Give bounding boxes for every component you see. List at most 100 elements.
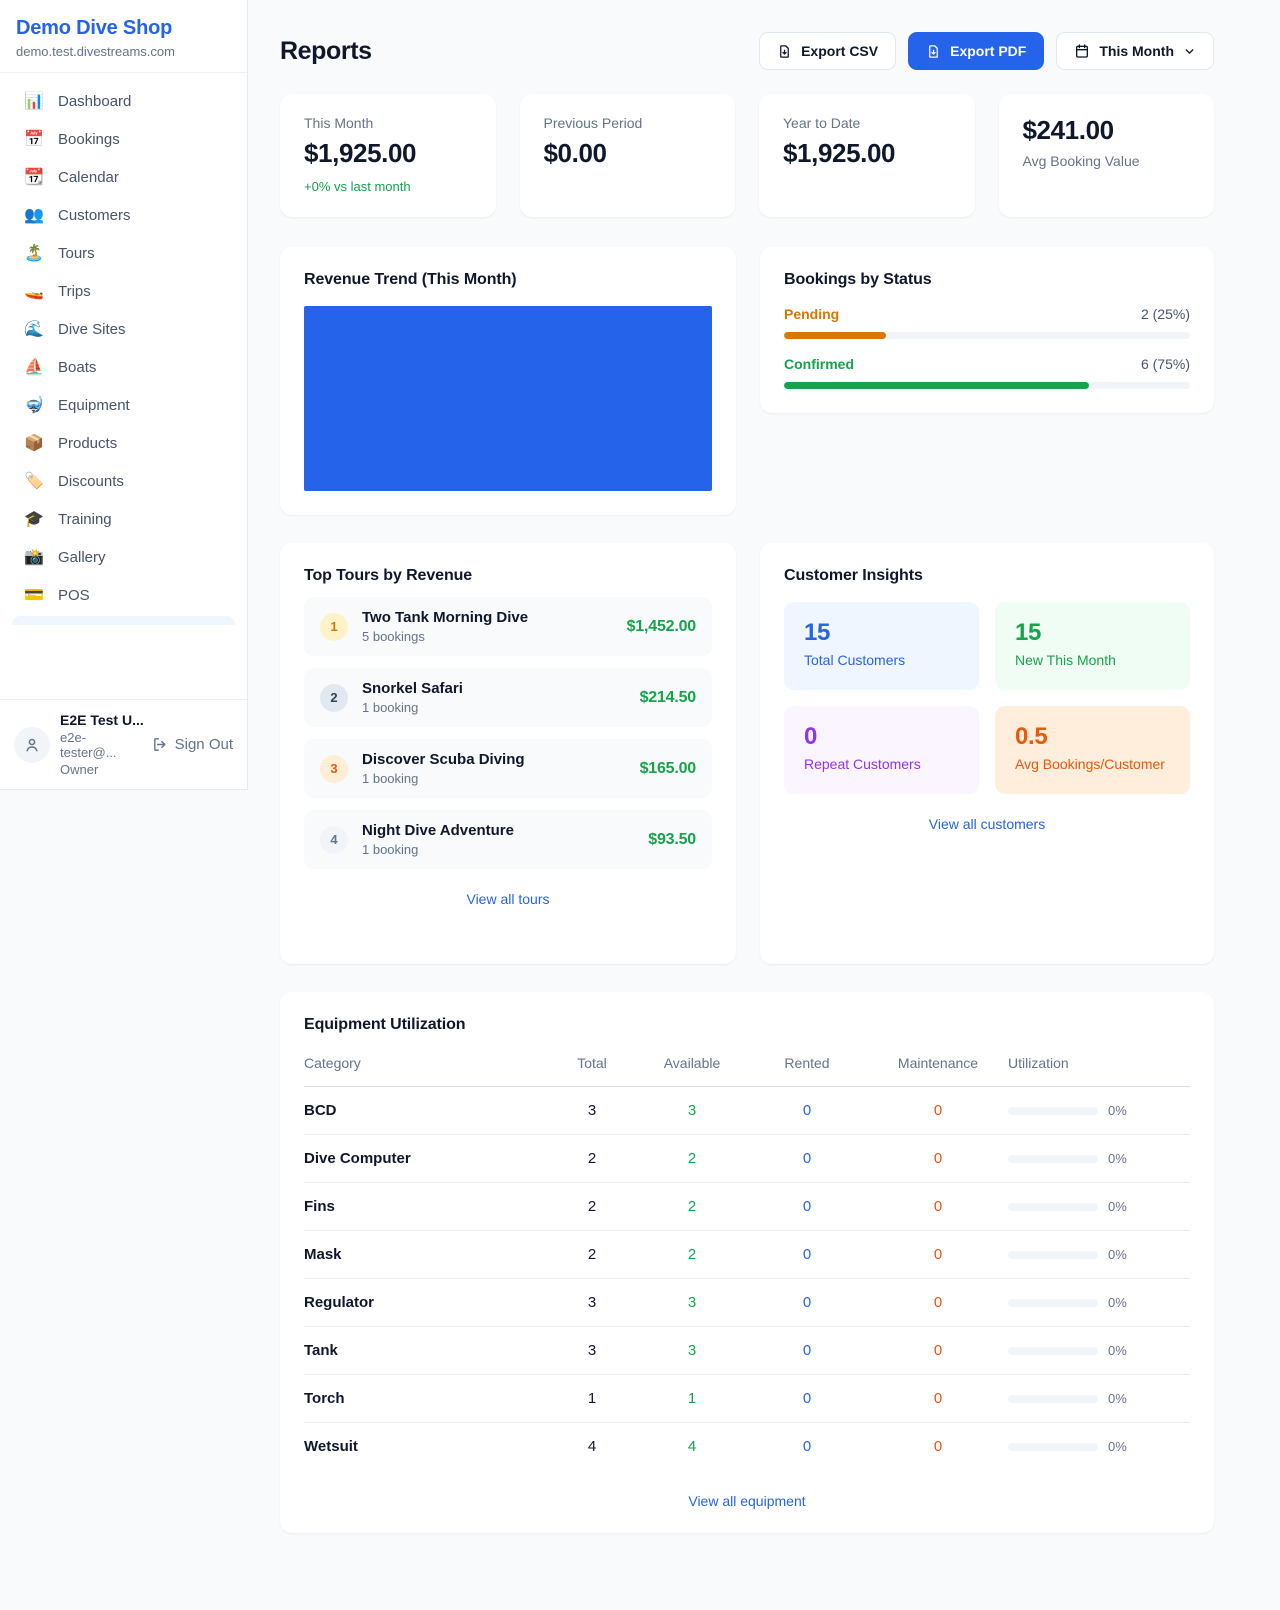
- tour-bookings: 1 booking: [362, 842, 514, 857]
- cell-category: Regulator: [304, 1279, 546, 1327]
- tour-name: Discover Scuba Diving: [362, 751, 525, 768]
- stat-value: $241.00: [1023, 115, 1191, 146]
- cell-rented: 0: [746, 1135, 868, 1183]
- utilization-bar: [1008, 1107, 1098, 1115]
- tour-revenue: $165.00: [640, 760, 696, 778]
- cell-rented: 0: [746, 1279, 868, 1327]
- stat-label: Year to Date: [783, 115, 951, 131]
- sidebar-item-boats[interactable]: ⛵ Boats: [12, 349, 235, 386]
- cell-category: BCD: [304, 1087, 546, 1135]
- stat-card-this-month: This Month $1,925.00 +0% vs last month: [280, 94, 496, 217]
- table-row: Wetsuit 4 4 0 0 0%: [304, 1423, 1190, 1471]
- utilization-cell: 0%: [1008, 1343, 1190, 1358]
- stat-card-avg-booking-value: $241.00 Avg Booking Value: [999, 94, 1215, 217]
- bar-chart-icon: 📊: [24, 94, 44, 110]
- person-icon: [23, 736, 41, 754]
- tour-row[interactable]: 2 Snorkel Safari 1 booking $214.50: [304, 668, 712, 727]
- sidebar-item-dashboard[interactable]: 📊 Dashboard: [12, 83, 235, 120]
- cell-total: 1: [546, 1375, 638, 1423]
- sidebar-item-gallery[interactable]: 📸 Gallery: [12, 539, 235, 576]
- sidebar-active-item-partial[interactable]: [12, 616, 235, 625]
- status-label: Pending: [784, 306, 839, 322]
- sign-out-button[interactable]: Sign Out: [152, 736, 233, 753]
- view-all-tours-link[interactable]: View all tours: [304, 891, 712, 907]
- view-all-customers-link[interactable]: View all customers: [784, 816, 1190, 832]
- cell-maintenance: 0: [868, 1327, 1008, 1375]
- wave-icon: 🌊: [24, 322, 44, 338]
- speedboat-icon: 🚤: [24, 284, 44, 300]
- sidebar-item-bookings[interactable]: 📅 Bookings: [12, 121, 235, 158]
- utilization-percent: 0%: [1108, 1439, 1127, 1454]
- rank-badge: 3: [320, 755, 348, 783]
- equipment-utilization-title: Equipment Utilization: [304, 1016, 1190, 1034]
- tile-total-customers: 15 Total Customers: [784, 602, 979, 690]
- tour-row[interactable]: 4 Night Dive Adventure 1 booking $93.50: [304, 810, 712, 869]
- utilization-bar: [1008, 1203, 1098, 1211]
- cell-available: 3: [638, 1327, 746, 1375]
- tour-row[interactable]: 3 Discover Scuba Diving 1 booking $165.0…: [304, 739, 712, 798]
- logout-icon: [152, 736, 169, 753]
- export-csv-button[interactable]: Export CSV: [759, 32, 896, 70]
- progress-fill: [784, 382, 1089, 389]
- sidebar-item-label: Dive Sites: [58, 321, 126, 338]
- equipment-utilization-card: Equipment Utilization Category Total Ava…: [280, 992, 1214, 1533]
- column-header: Available: [638, 1047, 746, 1087]
- charts-row: Revenue Trend (This Month) Bookings by S…: [280, 247, 1214, 515]
- sidebar-item-discounts[interactable]: 🏷️ Discounts: [12, 463, 235, 500]
- table-row: Dive Computer 2 2 0 0 0%: [304, 1135, 1190, 1183]
- calendar-icon: [1074, 43, 1090, 59]
- price-tag-icon: 🏷️: [24, 474, 44, 490]
- revenue-trend-chart: [304, 306, 712, 491]
- cell-category: Mask: [304, 1231, 546, 1279]
- cell-rented: 0: [746, 1327, 868, 1375]
- sidebar-item-products[interactable]: 📦 Products: [12, 425, 235, 462]
- utilization-percent: 0%: [1108, 1295, 1127, 1310]
- tile-label: Avg Bookings/Customer: [1015, 756, 1170, 772]
- sidebar-item-trips[interactable]: 🚤 Trips: [12, 273, 235, 310]
- sidebar-item-dive-sites[interactable]: 🌊 Dive Sites: [12, 311, 235, 348]
- stat-card-previous-period: Previous Period $0.00: [520, 94, 736, 217]
- sidebar-item-label: Boats: [58, 359, 96, 376]
- user-email: e2e-tester@...: [60, 730, 142, 760]
- island-icon: 🏝️: [24, 246, 44, 262]
- top-tours-card: Top Tours by Revenue 1 Two Tank Morning …: [280, 543, 736, 964]
- sidebar-item-tours[interactable]: 🏝️ Tours: [12, 235, 235, 272]
- cell-total: 2: [546, 1183, 638, 1231]
- tour-bookings: 1 booking: [362, 771, 525, 786]
- cell-available: 2: [638, 1183, 746, 1231]
- utilization-cell: 0%: [1008, 1199, 1190, 1214]
- sidebar-item-equipment[interactable]: 🤿 Equipment: [12, 387, 235, 424]
- export-pdf-label: Export PDF: [950, 43, 1026, 59]
- sidebar-item-customers[interactable]: 👥 Customers: [12, 197, 235, 234]
- rank-badge: 1: [320, 613, 348, 641]
- utilization-cell: 0%: [1008, 1391, 1190, 1406]
- tile-new-this-month: 15 New This Month: [995, 602, 1190, 690]
- progress-fill: [784, 332, 886, 339]
- view-all-equipment-link[interactable]: View all equipment: [304, 1493, 1190, 1509]
- progress-track: [784, 332, 1190, 339]
- tile-repeat-customers: 0 Repeat Customers: [784, 706, 979, 794]
- sidebar-item-pos[interactable]: 💳 POS: [12, 577, 235, 614]
- cell-rented: 0: [746, 1183, 868, 1231]
- table-row: Tank 3 3 0 0 0%: [304, 1327, 1190, 1375]
- sidebar-item-label: Calendar: [58, 169, 119, 186]
- cell-total: 3: [546, 1279, 638, 1327]
- sidebar-nav: 📊 Dashboard 📅 Bookings 📆 Calendar 👥 Cust…: [0, 73, 247, 699]
- export-pdf-button[interactable]: Export PDF: [908, 32, 1044, 70]
- camera-icon: 📸: [24, 550, 44, 566]
- period-dropdown[interactable]: This Month: [1056, 32, 1214, 70]
- utilization-bar: [1008, 1251, 1098, 1259]
- sidebar-item-label: Equipment: [58, 397, 130, 414]
- tour-row[interactable]: 1 Two Tank Morning Dive 5 bookings $1,45…: [304, 597, 712, 656]
- cell-total: 4: [546, 1423, 638, 1471]
- tile-value: 0: [804, 723, 959, 751]
- package-icon: 📦: [24, 436, 44, 452]
- cell-category: Torch: [304, 1375, 546, 1423]
- sidebar-item-calendar[interactable]: 📆 Calendar: [12, 159, 235, 196]
- sidebar-item-label: Customers: [58, 207, 131, 224]
- reports-page: Demo Dive Shop demo.test.divestreams.com…: [0, 0, 1280, 1610]
- main-content: Reports Export CSV Export PDF: [280, 0, 1214, 1609]
- utilization-cell: 0%: [1008, 1151, 1190, 1166]
- cell-maintenance: 0: [868, 1375, 1008, 1423]
- sidebar-item-training[interactable]: 🎓 Training: [12, 501, 235, 538]
